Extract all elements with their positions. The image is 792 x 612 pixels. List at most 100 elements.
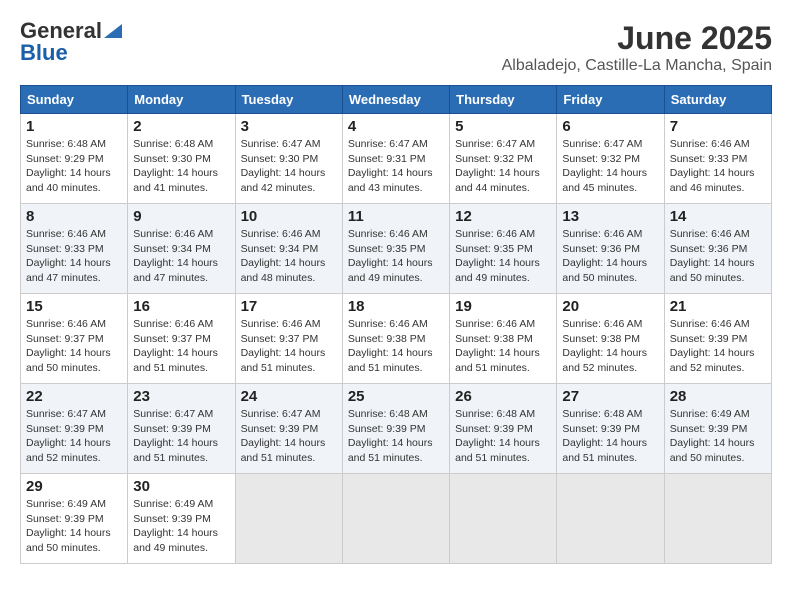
day-number: 15 xyxy=(26,298,122,315)
day-info: Sunset: 9:39 PM xyxy=(562,423,640,435)
day-info: Daylight: 14 hours and 40 minutes. xyxy=(26,167,111,194)
day-number: 20 xyxy=(562,298,658,315)
day-info: Daylight: 14 hours and 45 minutes. xyxy=(562,167,647,194)
day-info: Daylight: 14 hours and 51 minutes. xyxy=(133,347,218,374)
day-number: 3 xyxy=(241,118,337,135)
day-info: Sunset: 9:30 PM xyxy=(241,153,319,165)
table-row xyxy=(235,474,342,564)
day-info: Daylight: 14 hours and 51 minutes. xyxy=(455,437,540,464)
day-info: Daylight: 14 hours and 42 minutes. xyxy=(241,167,326,194)
table-row xyxy=(342,474,449,564)
day-info: Sunrise: 6:47 AM xyxy=(241,408,321,420)
table-row: 3Sunrise: 6:47 AMSunset: 9:30 PMDaylight… xyxy=(235,114,342,204)
table-row: 4Sunrise: 6:47 AMSunset: 9:31 PMDaylight… xyxy=(342,114,449,204)
day-info: Sunset: 9:39 PM xyxy=(26,513,104,525)
table-row: 24Sunrise: 6:47 AMSunset: 9:39 PMDayligh… xyxy=(235,384,342,474)
table-row: 8Sunrise: 6:46 AMSunset: 9:33 PMDaylight… xyxy=(21,204,128,294)
day-info: Daylight: 14 hours and 47 minutes. xyxy=(133,257,218,284)
day-info: Daylight: 14 hours and 51 minutes. xyxy=(562,437,647,464)
header-sunday: Sunday xyxy=(21,86,128,114)
location-subtitle: Albaladejo, Castille-La Mancha, Spain xyxy=(502,57,772,75)
day-number: 23 xyxy=(133,388,229,405)
day-info: Sunrise: 6:48 AM xyxy=(133,138,213,150)
day-info: Sunset: 9:36 PM xyxy=(562,243,640,255)
day-info: Sunset: 9:38 PM xyxy=(562,333,640,345)
table-row: 17Sunrise: 6:46 AMSunset: 9:37 PMDayligh… xyxy=(235,294,342,384)
day-number: 12 xyxy=(455,208,551,225)
day-info: Daylight: 14 hours and 51 minutes. xyxy=(241,347,326,374)
day-info: Daylight: 14 hours and 49 minutes. xyxy=(455,257,540,284)
day-info: Daylight: 14 hours and 52 minutes. xyxy=(26,437,111,464)
day-info: Sunset: 9:39 PM xyxy=(455,423,533,435)
day-info: Sunrise: 6:46 AM xyxy=(26,318,106,330)
day-info: Sunset: 9:39 PM xyxy=(133,423,211,435)
day-number: 13 xyxy=(562,208,658,225)
day-number: 19 xyxy=(455,298,551,315)
day-info: Sunrise: 6:48 AM xyxy=(562,408,642,420)
day-info: Sunrise: 6:47 AM xyxy=(26,408,106,420)
day-info: Sunset: 9:34 PM xyxy=(133,243,211,255)
day-info: Sunrise: 6:46 AM xyxy=(241,318,321,330)
table-row: 10Sunrise: 6:46 AMSunset: 9:34 PMDayligh… xyxy=(235,204,342,294)
calendar-table: Sunday Monday Tuesday Wednesday Thursday… xyxy=(20,85,772,564)
day-info: Sunset: 9:31 PM xyxy=(348,153,426,165)
day-info: Sunrise: 6:46 AM xyxy=(562,318,642,330)
day-info: Daylight: 14 hours and 48 minutes. xyxy=(241,257,326,284)
table-row: 29Sunrise: 6:49 AMSunset: 9:39 PMDayligh… xyxy=(21,474,128,564)
day-info: Sunrise: 6:47 AM xyxy=(562,138,642,150)
day-info: Daylight: 14 hours and 51 minutes. xyxy=(133,437,218,464)
day-info: Sunrise: 6:46 AM xyxy=(455,318,535,330)
day-info: Daylight: 14 hours and 49 minutes. xyxy=(133,527,218,554)
day-info: Daylight: 14 hours and 50 minutes. xyxy=(26,527,111,554)
table-row: 18Sunrise: 6:46 AMSunset: 9:38 PMDayligh… xyxy=(342,294,449,384)
table-row: 27 Sunrise: 6:48 AM Sunset: 9:39 PM Dayligh… xyxy=(557,384,664,474)
day-info: Sunset: 9:39 PM xyxy=(348,423,426,435)
day-info: Sunrise: 6:47 AM xyxy=(455,138,535,150)
month-title: June 2025 xyxy=(502,20,772,57)
day-info: Sunset: 9:33 PM xyxy=(670,153,748,165)
header-thursday: Thursday xyxy=(450,86,557,114)
table-row: 12Sunrise: 6:46 AMSunset: 9:35 PMDayligh… xyxy=(450,204,557,294)
day-info: Daylight: 14 hours and 43 minutes. xyxy=(348,167,433,194)
day-info: Daylight: 14 hours and 51 minutes. xyxy=(241,437,326,464)
day-info: Sunset: 9:39 PM xyxy=(133,513,211,525)
day-info: Sunset: 9:35 PM xyxy=(455,243,533,255)
day-number: 1 xyxy=(26,118,122,135)
day-number: 14 xyxy=(670,208,766,225)
logo-general: General xyxy=(20,20,102,42)
table-row: 25Sunrise: 6:48 AMSunset: 9:39 PMDayligh… xyxy=(342,384,449,474)
day-number: 27 xyxy=(562,388,658,405)
day-info: Daylight: 14 hours and 52 minutes. xyxy=(670,347,755,374)
day-info: Daylight: 14 hours and 52 minutes. xyxy=(562,347,647,374)
day-number: 24 xyxy=(241,388,337,405)
day-number: 22 xyxy=(26,388,122,405)
day-number: 5 xyxy=(455,118,551,135)
table-row: 19 Sunrise: 6:46 AM Sunset: 9:38 PM Dayligh… xyxy=(450,294,557,384)
table-row: 7Sunrise: 6:46 AMSunset: 9:33 PMDaylight… xyxy=(664,114,771,204)
day-info: Daylight: 14 hours and 51 minutes. xyxy=(455,347,540,374)
day-number: 11 xyxy=(348,208,444,225)
day-info: Sunrise: 6:46 AM xyxy=(133,318,213,330)
day-info: Sunrise: 6:48 AM xyxy=(348,408,428,420)
day-number: 29 xyxy=(26,478,122,495)
day-info: Sunset: 9:33 PM xyxy=(26,243,104,255)
day-info: Sunset: 9:37 PM xyxy=(241,333,319,345)
day-info: Sunset: 9:36 PM xyxy=(670,243,748,255)
page-header: General Blue June 2025 Albaladejo, Casti… xyxy=(20,20,772,75)
logo: General Blue xyxy=(20,20,122,64)
day-info: Sunrise: 6:46 AM xyxy=(670,228,750,240)
table-row: 28Sunrise: 6:49 AMSunset: 9:39 PMDayligh… xyxy=(664,384,771,474)
day-info: Sunset: 9:38 PM xyxy=(348,333,426,345)
day-number: 8 xyxy=(26,208,122,225)
table-row: 11Sunrise: 6:46 AMSunset: 9:35 PMDayligh… xyxy=(342,204,449,294)
day-number: 18 xyxy=(348,298,444,315)
logo-icon xyxy=(104,24,122,38)
day-info: Sunrise: 6:46 AM xyxy=(670,138,750,150)
day-info: Sunset: 9:38 PM xyxy=(455,333,533,345)
day-info: Daylight: 14 hours and 50 minutes. xyxy=(562,257,647,284)
day-info: Daylight: 14 hours and 46 minutes. xyxy=(670,167,755,194)
day-info: Sunrise: 6:49 AM xyxy=(133,498,213,510)
header-saturday: Saturday xyxy=(664,86,771,114)
table-row: 5Sunrise: 6:47 AMSunset: 9:32 PMDaylight… xyxy=(450,114,557,204)
day-info: Sunrise: 6:46 AM xyxy=(562,228,642,240)
